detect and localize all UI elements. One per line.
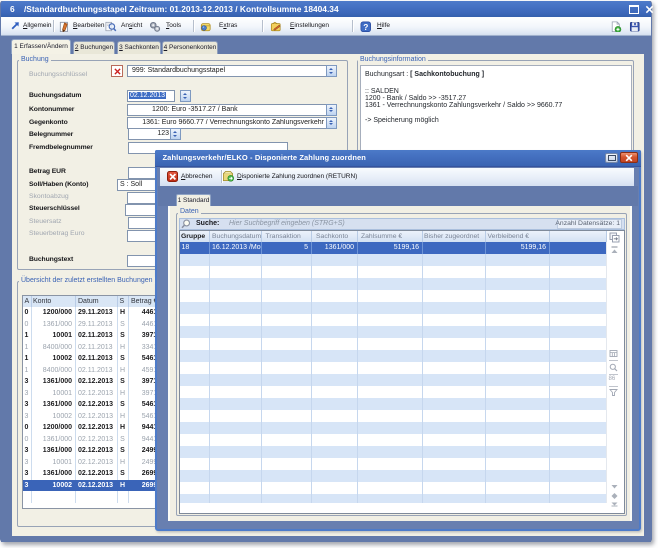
svg-text:?: ? [363,21,368,31]
